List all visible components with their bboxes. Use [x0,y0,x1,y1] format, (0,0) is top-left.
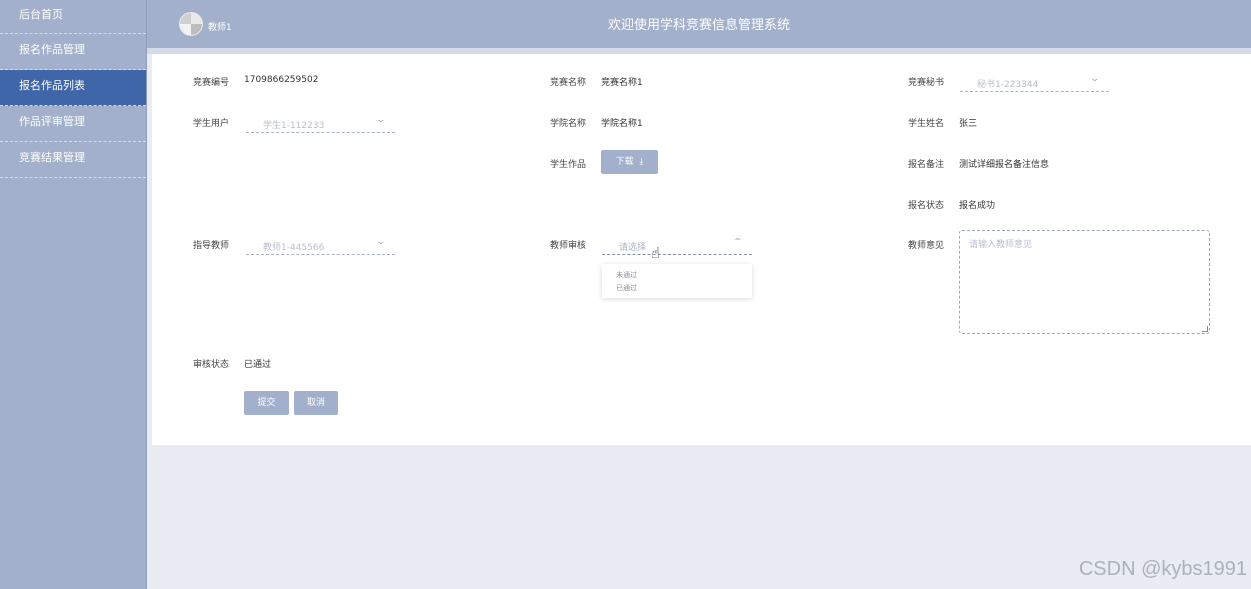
student-name-value: 张三 [959,119,978,129]
form-panel: 竞赛编号 1709866259502 竞赛名称 竞赛名称1 竞赛秘书 秘书1-2… [152,54,1251,445]
student-user-label: 学生用户 [193,119,230,129]
download-button[interactable]: 下载 ⤓ [601,150,658,174]
sidebar-item-result-manage[interactable]: 竞赛结果管理 [0,142,146,178]
student-name-label: 学生姓名 [908,119,945,129]
student-user-value: 学生1-112233 [263,121,325,131]
contest-secretary-value: 秘书1-223344 [977,80,1039,90]
sidebar-item-registration-manage[interactable]: 报名作品管理 [0,34,146,70]
teacher-review-select[interactable]: 请选择 ⌄ [602,233,752,255]
contest-no-value: 1709866259502 [244,75,319,85]
review-status-label: 审核状态 [193,360,230,370]
sidebar-item-registration-list[interactable]: 报名作品列表 [0,70,146,106]
student-user-select[interactable]: 学生1-112233 ⌄ [246,111,395,133]
college-name-label: 学院名称 [550,119,587,129]
chevron-down-icon: ⌄ [375,237,387,247]
watermark: CSDN @kybs1991 [1078,558,1247,580]
advisor-select[interactable]: 教师1-445566 ⌄ [246,233,395,255]
sidebar-item-review-manage[interactable]: 作品评审管理 [0,106,146,142]
contest-name-value: 竞赛名称1 [601,78,643,88]
download-button-label: 下载 [615,157,634,167]
chevron-up-icon: ⌄ [732,235,744,245]
download-icon: ⤓ [636,157,644,167]
chevron-down-icon: ⌄ [1089,74,1101,84]
page-title: 欢迎使用学科竞赛信息管理系统 [607,18,790,33]
sidebar: 后台首页 报名作品管理 报名作品列表 作品评审管理 竞赛结果管理 [0,0,147,589]
dropdown-option-fail[interactable]: 未通过 [616,270,637,280]
advisor-label: 指导教师 [193,241,230,251]
remark-label: 报名备注 [908,160,945,170]
reg-status-label: 报名状态 [908,201,945,211]
cancel-button[interactable]: 取消 [294,391,338,415]
reg-status-value: 报名成功 [959,201,996,211]
student-work-label: 学生作品 [550,160,587,170]
review-status-value: 已通过 [244,360,272,370]
remark-value: 测试详细报名备注信息 [959,160,1050,170]
advisor-value: 教师1-445566 [263,243,325,253]
submit-button[interactable]: 提交 [244,391,289,415]
header: 教师1 欢迎使用学科竞赛信息管理系统 [147,0,1251,48]
teacher-opinion-placeholder: 请输入教师意见 [969,240,1033,250]
college-name-value: 学院名称1 [601,119,643,129]
teacher-review-dropdown: 未通过 已通过 [602,264,752,298]
resize-handle-icon[interactable] [1202,326,1208,332]
contest-secretary-select[interactable]: 秘书1-223344 ⌄ [960,70,1109,92]
dropdown-option-pass[interactable]: 已通过 [616,283,637,293]
contest-secretary-label: 竞赛秘书 [908,78,945,88]
contest-name-label: 竞赛名称 [550,78,587,88]
contest-no-label: 竞赛编号 [193,78,230,88]
teacher-opinion-textarea[interactable]: 请输入教师意见 [959,230,1210,334]
chevron-down-icon: ⌄ [375,115,387,125]
teacher-review-label: 教师审核 [550,241,587,251]
sidebar-item-home[interactable]: 后台首页 [0,0,146,34]
hand-pointer-icon: ☝ [651,244,661,262]
teacher-opinion-label: 教师意见 [908,241,945,251]
teacher-review-placeholder: 请选择 [619,243,647,253]
